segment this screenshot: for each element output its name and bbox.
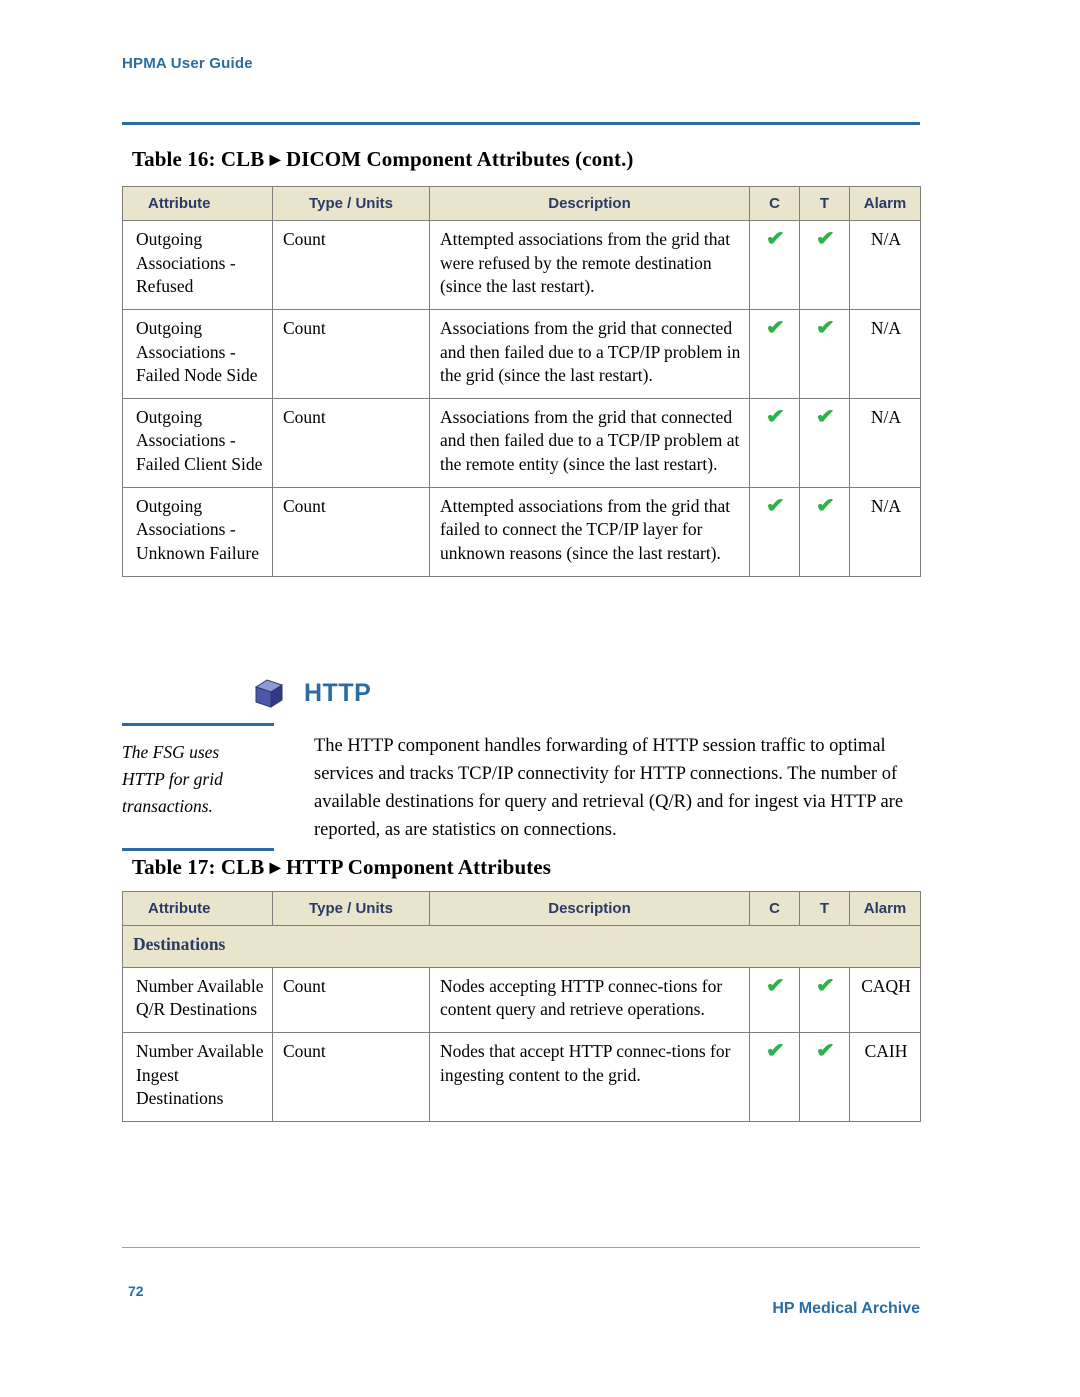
cell-alarm: N/A <box>849 397 921 488</box>
check-icon: ✔ <box>765 405 786 428</box>
http-section-heading: HTTP <box>122 676 922 710</box>
footer-brand: HP Medical Archive <box>772 1300 920 1317</box>
table-17-caption-suffix: HTTP Component Attributes <box>285 855 552 879</box>
cell-description: Attempted associations from the grid tha… <box>429 220 750 310</box>
table-17-caption-prefix: Table 17: CLB <box>132 855 265 879</box>
cell-t: ✔ <box>799 1031 850 1122</box>
cell-alarm: CAIH <box>849 1031 921 1122</box>
http-section: HTTP The FSG uses HTTP for grid transact… <box>122 676 922 852</box>
table-17-col-description: Description <box>429 891 750 926</box>
cell-t: ✔ <box>799 486 850 577</box>
check-icon: ✔ <box>815 494 836 517</box>
table-17-col-t: T <box>799 891 850 926</box>
table-16-col-description: Description <box>429 186 750 221</box>
caption-arrow-icon: ▶ <box>269 861 281 876</box>
http-section-body: The FSG uses HTTP for grid transactions.… <box>122 723 922 852</box>
cell-t: ✔ <box>799 966 850 1033</box>
check-icon: ✔ <box>815 1039 836 1062</box>
cell-c: ✔ <box>749 308 800 399</box>
table-17-col-type: Type / Units <box>272 891 430 926</box>
caption-arrow-icon: ▶ <box>269 153 281 168</box>
cell-alarm: CAQH <box>849 966 921 1033</box>
margin-note-rule-bottom <box>122 848 274 852</box>
table-16-caption-suffix: DICOM Component Attributes (cont.) <box>285 147 634 171</box>
table-17: Attribute Type / Units Description C T A… <box>122 891 921 1122</box>
cell-type: Count <box>272 308 430 399</box>
table-16-col-c: C <box>749 186 800 221</box>
cell-description: Nodes that accept HTTP connec-tions for … <box>429 1031 750 1122</box>
cell-c: ✔ <box>749 397 800 488</box>
table-17-caption: Table 17: CLB ▶ HTTP Component Attribute… <box>132 855 551 880</box>
cell-attribute: Outgoing Associations - Failed Client Si… <box>122 397 273 488</box>
section-label-destinations: Destinations <box>122 925 921 968</box>
cell-attribute: Number Available Q/R Destinations <box>122 966 273 1033</box>
cell-type: Count <box>272 966 430 1033</box>
cell-alarm: N/A <box>849 308 921 399</box>
document-page: HPMA User Guide Table 16: CLB ▶ DICOM Co… <box>0 0 1080 1397</box>
table-16-col-type: Type / Units <box>272 186 430 221</box>
cell-t: ✔ <box>799 308 850 399</box>
check-icon: ✔ <box>765 1039 786 1062</box>
table-16-col-t: T <box>799 186 850 221</box>
header-divider <box>122 122 920 125</box>
table-16-caption: Table 16: CLB ▶ DICOM Component Attribut… <box>132 147 634 172</box>
cell-t: ✔ <box>799 220 850 310</box>
margin-note-rule-top <box>122 723 274 726</box>
table-16-col-alarm: Alarm <box>849 186 921 221</box>
cell-alarm: N/A <box>849 220 921 310</box>
check-icon: ✔ <box>765 228 786 250</box>
check-icon: ✔ <box>765 316 786 339</box>
table-row: Outgoing Associations - Refused Count At… <box>122 220 921 310</box>
cell-description: Attempted associations from the grid tha… <box>429 486 750 577</box>
cell-attribute: Outgoing Associations - Failed Node Side <box>122 308 273 399</box>
table-row: Outgoing Associations - Failed Client Si… <box>122 397 921 488</box>
http-section-title: HTTP <box>304 678 372 707</box>
page-number: 72 <box>128 1283 144 1299</box>
table-17-col-c: C <box>749 891 800 926</box>
check-icon: ✔ <box>765 494 786 517</box>
table-16-caption-prefix: Table 16: CLB <box>132 147 265 171</box>
cell-c: ✔ <box>749 966 800 1033</box>
cell-attribute: Outgoing Associations - Unknown Failure <box>122 486 273 577</box>
cube-icon <box>252 676 286 710</box>
cell-attribute: Number Available Ingest Destinations <box>122 1031 273 1122</box>
table-row: Number Available Ingest Destinations Cou… <box>122 1031 921 1122</box>
table-16-header-row: Attribute Type / Units Description C T A… <box>122 186 921 221</box>
cell-type: Count <box>272 397 430 488</box>
cell-type: Count <box>272 220 430 310</box>
table-row: Number Available Q/R Destinations Count … <box>122 966 921 1033</box>
cell-description: Nodes accepting HTTP connec-tions for co… <box>429 966 750 1033</box>
table-16: Attribute Type / Units Description C T A… <box>122 186 921 577</box>
margin-note-text: The FSG uses HTTP for grid transactions. <box>122 742 223 817</box>
footer-divider <box>122 1247 920 1248</box>
check-icon: ✔ <box>815 228 836 250</box>
page-header-title: HPMA User Guide <box>122 55 253 72</box>
cell-type: Count <box>272 486 430 577</box>
table-row: Outgoing Associations - Failed Node Side… <box>122 308 921 399</box>
cell-type: Count <box>272 1031 430 1122</box>
check-icon: ✔ <box>765 974 786 997</box>
cell-description: Associations from the grid that connecte… <box>429 397 750 488</box>
table-section-row: Destinations <box>122 925 921 968</box>
table-16-col-attribute: Attribute <box>122 186 273 221</box>
cell-c: ✔ <box>749 1031 800 1122</box>
check-icon: ✔ <box>815 316 836 339</box>
cell-c: ✔ <box>749 220 800 310</box>
table-17-header-row: Attribute Type / Units Description C T A… <box>122 891 921 926</box>
check-icon: ✔ <box>815 405 836 428</box>
http-section-paragraph: The HTTP component handles forwarding of… <box>314 736 904 841</box>
check-icon: ✔ <box>815 974 836 997</box>
table-17-col-alarm: Alarm <box>849 891 921 926</box>
cell-alarm: N/A <box>849 486 921 577</box>
cell-c: ✔ <box>749 486 800 577</box>
cell-t: ✔ <box>799 397 850 488</box>
cell-description: Associations from the grid that connecte… <box>429 308 750 399</box>
table-17-col-attribute: Attribute <box>122 891 273 926</box>
margin-note: The FSG uses HTTP for grid transactions. <box>122 723 282 852</box>
table-row: Outgoing Associations - Unknown Failure … <box>122 486 921 577</box>
cell-attribute: Outgoing Associations - Refused <box>122 220 273 310</box>
